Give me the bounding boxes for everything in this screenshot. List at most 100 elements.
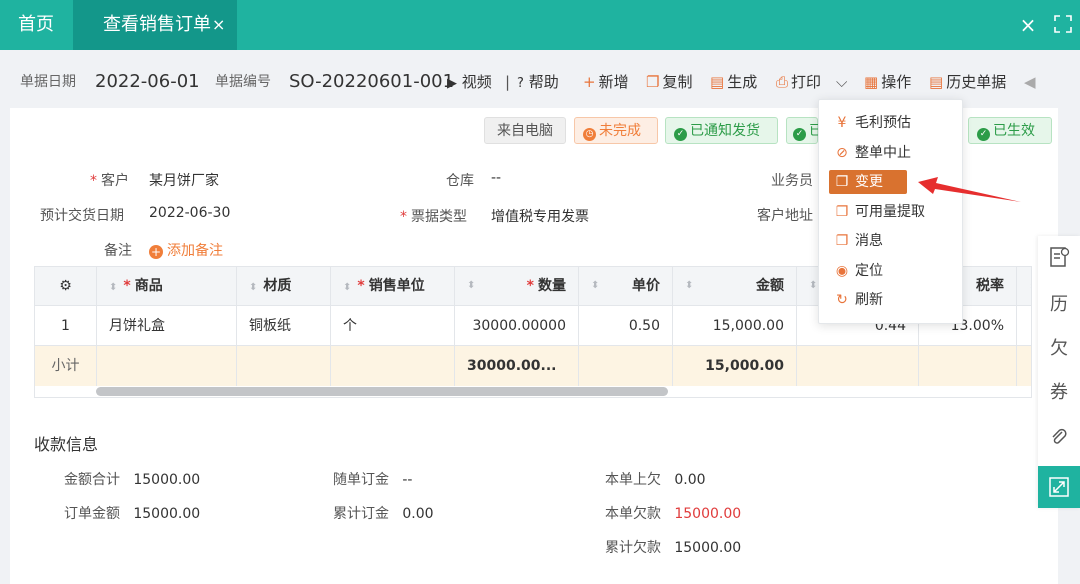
date-value: 2022-06-01 [95, 71, 200, 92]
check-icon: ✓ [793, 128, 806, 141]
add-button[interactable]: + 新增 [583, 50, 629, 108]
clock-icon: ◷ [583, 128, 596, 141]
printer-icon: ⎙ [776, 73, 789, 91]
coupon-side-icon[interactable]: 券 [1038, 372, 1080, 414]
prev-owe-value: 0.00 [674, 472, 706, 488]
row-index: 1 [35, 306, 97, 346]
subtotal-empty [331, 346, 455, 386]
operate-label: 操作 [881, 73, 912, 91]
doc-icon: ❐ [835, 233, 849, 249]
scroll-left-icon[interactable]: ◀ [1024, 50, 1036, 108]
yen-icon: ¥ [837, 115, 847, 131]
cell-material[interactable]: 铜板纸 [237, 306, 331, 346]
print-label: 打印 [791, 73, 822, 91]
add-remark-button[interactable]: + 添加备注 [149, 240, 223, 260]
history-side-icon[interactable]: 历 [1038, 284, 1080, 326]
menu-item-refresh[interactable]: ↻ 刷新 [829, 288, 951, 312]
generate-button[interactable]: ▤ 生成 [710, 50, 757, 108]
notified-label: 已通知发货 [690, 123, 760, 139]
video-button[interactable]: ▶ 视频 [447, 50, 492, 108]
tab-view-sales-order[interactable]: 查看销售订单 × [73, 0, 237, 50]
window-close-icon[interactable]: × [1018, 0, 1038, 50]
operate-dropdown-menu: ¥ 毛利预估 ⊘ 整单中止 ❐ 变更 ❐ 可用量提取 ❐ 消息 ◉ 定位 ↻ 刷新 [818, 99, 963, 324]
menu-item-change[interactable]: ❐ 变更 [829, 170, 907, 194]
delivery-date-value: 2022-06-30 [149, 205, 231, 221]
address-label: 客户地址 [757, 208, 813, 224]
attachment-icon[interactable] [1038, 416, 1080, 458]
subtotal-qty: 30000.00... [455, 346, 579, 386]
subtotal-empty [97, 346, 237, 386]
fullscreen-icon[interactable] [1054, 15, 1072, 33]
total-amount: 金额合计 15000.00 [64, 469, 200, 489]
owe-label: 本单欠款 [605, 506, 661, 522]
cell-amount[interactable]: 15,000.00 [673, 306, 797, 346]
menu-item-gross-profit[interactable]: ¥ 毛利预估 [829, 111, 951, 135]
cell-qty[interactable]: 30000.00000 [455, 306, 579, 346]
header-qty[interactable]: ⬍ * 数量 [455, 267, 579, 305]
print-button[interactable]: ⎙ 打印 [776, 50, 821, 108]
help-button[interactable]: ? 帮助 [517, 50, 559, 108]
document-icon: ▤ [710, 73, 725, 91]
cell-product[interactable]: 月饼礼盒 [97, 306, 237, 346]
check-icon: ✓ [674, 128, 687, 141]
header-unit[interactable]: ⬍ * 销售单位 [331, 267, 455, 305]
copy-icon: ❐ [646, 73, 660, 91]
subtotal-row: 小计 30000.00... 15,000.00 [35, 345, 1031, 386]
owe-side-icon[interactable]: 欠 [1038, 328, 1080, 370]
cell-price[interactable]: 0.50 [579, 306, 673, 346]
subtotal-amount: 15,000.00 [673, 346, 797, 386]
table-horizontal-scrollbar[interactable] [96, 387, 668, 396]
invoice-type-label: * 票据类型 [400, 209, 467, 225]
copy-label: 复制 [662, 73, 693, 91]
subtotal-label: 小计 [35, 346, 97, 386]
top-bar: 首页 查看销售订单 × × [0, 0, 1080, 50]
remark-label: 备注 [104, 243, 132, 259]
effective-label: 已生效 [993, 123, 1035, 139]
tab-close-icon[interactable]: × [212, 0, 225, 50]
plus-icon: + [149, 245, 163, 259]
grid-icon: ▦ [864, 73, 879, 91]
expand-icon[interactable] [1038, 466, 1080, 508]
order-amount-label: 订单金额 [64, 506, 120, 522]
warehouse-value: -- [491, 170, 502, 186]
order-no-label: 单据编号 [215, 74, 271, 90]
header-amount[interactable]: ⬍ 金额 [673, 267, 797, 305]
cell-unit[interactable]: 个 [331, 306, 455, 346]
play-icon: ▶ [447, 76, 457, 91]
header-product[interactable]: ⬍ * 商品 [97, 267, 237, 305]
stop-icon: ⊘ [836, 145, 848, 161]
location-pin-icon: ◉ [835, 263, 849, 279]
divider: | [505, 73, 511, 91]
header-more: ⬍ [1017, 267, 1031, 305]
invoice-type-value: 增值税专用发票 [491, 209, 589, 225]
menu-item-locate[interactable]: ◉ 定位 [829, 259, 951, 283]
subtotal-empty [797, 346, 919, 386]
order-amount: 订单金额 15000.00 [64, 503, 200, 523]
copy-button[interactable]: ❐ 复制 [646, 50, 692, 108]
cell-more [1017, 306, 1031, 346]
column-settings-gear-icon[interactable]: ⚙ [35, 267, 97, 305]
sort-icon: ⬍ [467, 280, 476, 291]
incomplete-badge: ◷ 未完成 [574, 117, 658, 144]
sort-icon: ⬍ [591, 280, 600, 291]
payment-section-title: 收款信息 [34, 435, 99, 454]
warehouse-label: 仓库 [446, 173, 474, 189]
menu-item-available-qty[interactable]: ❐ 可用量提取 [829, 200, 951, 224]
history-label: 历史单据 [946, 73, 1007, 91]
owe-value: 15000.00 [674, 506, 742, 522]
order-amount-value: 15000.00 [133, 506, 201, 522]
tab-home[interactable]: 首页 [0, 0, 72, 50]
order-owe: 本单欠款 15000.00 [605, 503, 741, 523]
header-material[interactable]: ⬍ 材质 [237, 267, 331, 305]
order-no-value: SO-20220601-001 [289, 71, 455, 92]
total-value: 15000.00 [133, 472, 201, 488]
subtotal-empty [1017, 346, 1031, 386]
menu-item-message[interactable]: ❐ 消息 [829, 229, 951, 253]
prev-owe-label: 本单上欠 [605, 472, 661, 488]
subtotal-empty [579, 346, 673, 386]
header-price[interactable]: ⬍ 单价 [579, 267, 673, 305]
video-label: 视频 [461, 73, 492, 91]
menu-item-terminate[interactable]: ⊘ 整单中止 [829, 141, 951, 165]
notes-icon[interactable] [1038, 236, 1080, 278]
doc-icon: ❐ [835, 204, 849, 220]
